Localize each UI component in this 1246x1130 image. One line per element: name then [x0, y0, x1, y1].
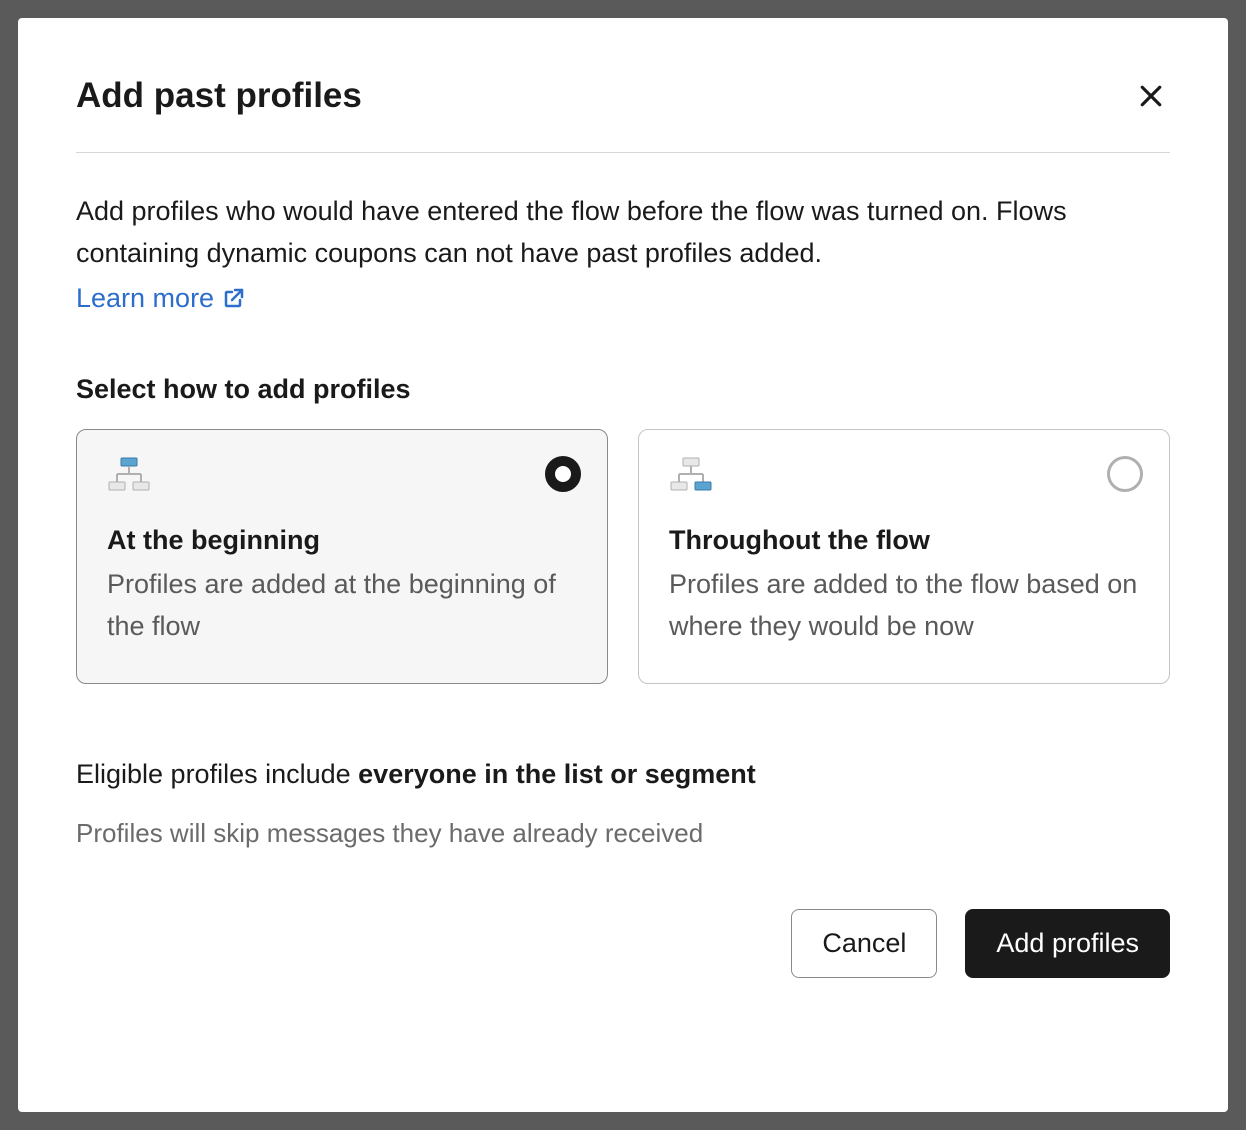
- radio-unselected-icon: [1107, 456, 1143, 492]
- option-description: Profiles are added at the beginning of t…: [107, 564, 577, 648]
- eligible-prefix: Eligible profiles include: [76, 759, 358, 789]
- modal-header: Add past profiles: [76, 76, 1170, 153]
- options-row: At the beginning Profiles are added at t…: [76, 429, 1170, 685]
- add-profiles-button[interactable]: Add profiles: [965, 909, 1170, 978]
- option-title: Throughout the flow: [669, 525, 1139, 556]
- flow-throughout-icon: [669, 454, 717, 502]
- modal-footer: Cancel Add profiles: [76, 909, 1170, 978]
- option-throughout-flow[interactable]: Throughout the flow Profiles are added t…: [638, 429, 1170, 685]
- radio-selected-icon: [545, 456, 581, 492]
- modal-body: Add profiles who would have entered the …: [76, 153, 1170, 1054]
- skip-messages-text: Profiles will skip messages they have al…: [76, 818, 1170, 849]
- eligible-bold: everyone in the list or segment: [358, 759, 756, 789]
- section-title: Select how to add profiles: [76, 374, 1170, 405]
- modal-description: Add profiles who would have entered the …: [76, 191, 1170, 275]
- flow-beginning-icon: [107, 454, 155, 502]
- external-link-icon: [222, 286, 246, 310]
- add-past-profiles-modal: Add past profiles Add profiles who would…: [18, 18, 1228, 1112]
- learn-more-link[interactable]: Learn more: [76, 283, 246, 314]
- close-button[interactable]: [1132, 77, 1170, 115]
- option-icon-wrapper: [107, 454, 577, 507]
- option-at-beginning[interactable]: At the beginning Profiles are added at t…: [76, 429, 608, 685]
- cancel-button[interactable]: Cancel: [791, 909, 937, 978]
- learn-more-label: Learn more: [76, 283, 214, 314]
- eligible-profiles-text: Eligible profiles include everyone in th…: [76, 759, 1170, 790]
- option-icon-wrapper: [669, 454, 1139, 507]
- close-icon: [1136, 81, 1166, 111]
- option-title: At the beginning: [107, 525, 577, 556]
- modal-title: Add past profiles: [76, 76, 362, 116]
- option-description: Profiles are added to the flow based on …: [669, 564, 1139, 648]
